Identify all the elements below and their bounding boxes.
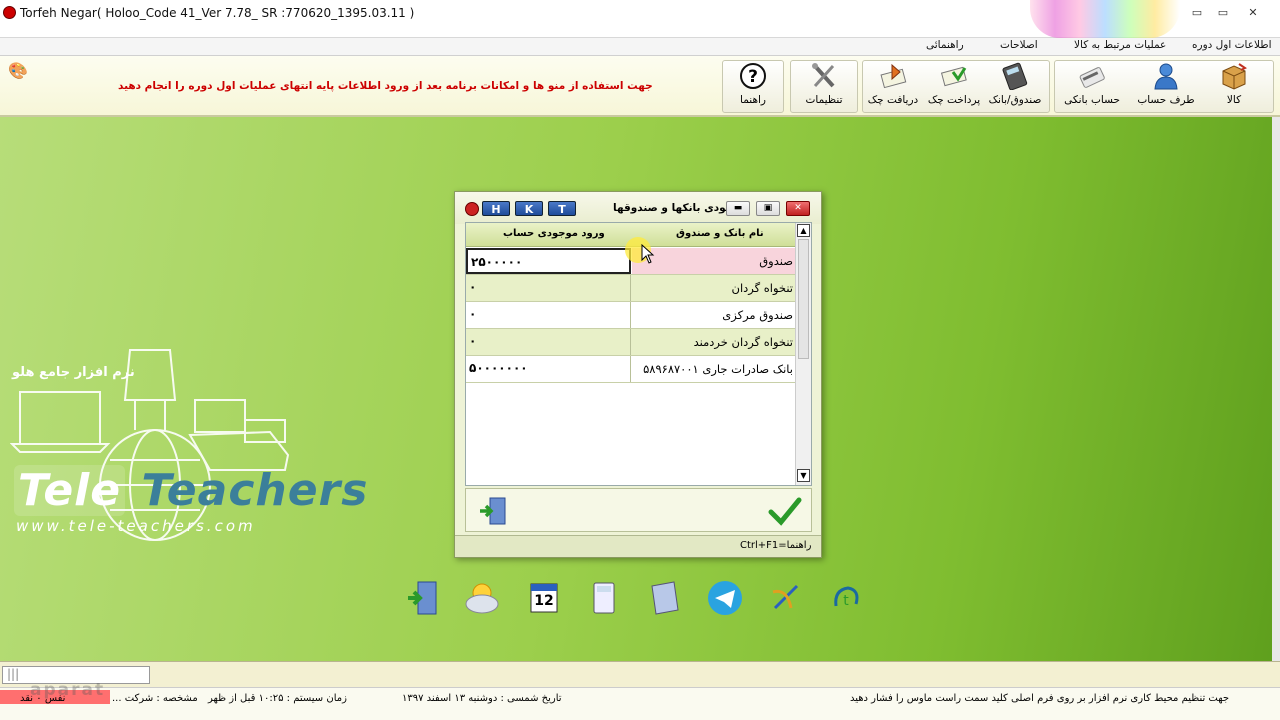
teleteachers-url: www.tele-teachers.com: [16, 517, 256, 535]
table-row[interactable]: ۰ تنخواه گردان خردمند: [466, 329, 796, 356]
mouse-cursor-icon: [641, 244, 655, 264]
column-header-name[interactable]: نام بانک و صندوق: [676, 228, 764, 239]
toolbar-goods-label: کالا: [1226, 94, 1242, 106]
exit-icon[interactable]: [478, 495, 510, 527]
help-hint: راهنما=Ctrl+F1: [740, 540, 812, 551]
status-company: مشخصه : شرکت ...: [112, 693, 198, 704]
dialog-app-icon[interactable]: [465, 202, 479, 216]
grid-scrollbar[interactable]: ▲ ▼: [795, 223, 811, 485]
toolbar-settings-label: تنظیمات: [805, 94, 843, 106]
logo-icon[interactable]: t: [826, 578, 866, 618]
aparat-watermark: aparat: [30, 680, 106, 700]
t-button[interactable]: T: [548, 201, 576, 216]
menu-opening-info[interactable]: اطلاعات اول دوره: [1192, 39, 1272, 51]
toolbar-help-button[interactable]: ? راهنما: [726, 60, 780, 110]
column-header-amount[interactable]: ورود موجودی حساب: [503, 228, 605, 239]
dialog-action-panel: [465, 488, 812, 532]
name-cell[interactable]: تنخواه گردان خردمند: [632, 329, 796, 355]
toolbar-party-label: طرف حساب: [1137, 94, 1195, 106]
menu-corrections[interactable]: اصلاحات: [1000, 39, 1038, 51]
maximize-button[interactable]: ▭: [1212, 7, 1234, 19]
name-cell[interactable]: تنخواه گردان: [632, 275, 796, 301]
satellite-icon[interactable]: [767, 578, 807, 618]
toolbar-cashbox-button[interactable]: صندوق/بانک: [986, 60, 1044, 110]
teleteachers-logo: Tele Teachers: [14, 465, 368, 516]
dialog-minimize-button[interactable]: ▬: [726, 201, 750, 216]
bank-balance-dialog: H K T موجودی بانکها و صندوقها ▬ ▣ ✕ نام …: [454, 191, 822, 558]
dialog-maximize-button[interactable]: ▣: [756, 201, 780, 216]
svg-text:t: t: [843, 593, 849, 609]
toolbar-goods-button[interactable]: کالا: [1212, 60, 1256, 110]
toolbar: 🎨 جهت استفاده از منو ها و امکانات برنامه…: [0, 56, 1280, 117]
titlebar-decoration: [1030, 0, 1180, 38]
setup-notice: جهت استفاده از منو ها و امکانات برنامه ب…: [118, 80, 653, 92]
dialog-statusbar: راهنما=Ctrl+F1: [455, 535, 821, 557]
help-icon: ?: [738, 62, 768, 90]
person-icon: [1151, 62, 1181, 90]
table-row[interactable]: ۰ صندوق مرکزی: [466, 302, 796, 329]
amount-cell[interactable]: ۲۵۰۰۰۰۰: [466, 248, 631, 274]
tele-word: Tele: [14, 465, 126, 516]
toolbar-pay-check-label: پرداخت چک: [927, 94, 981, 106]
telegram-icon[interactable]: [705, 578, 745, 618]
pay-check-icon: [939, 62, 969, 90]
toolbar-help-label: راهنما: [740, 94, 766, 106]
table-row[interactable]: ۵۰۰۰۰۰۰۰ بانک صادرات جاری ۵۸۹۶۸۷۰۰۱: [466, 356, 796, 383]
statusbar: جهت تنظیم محیط کاری نرم افزار بر روی فرم…: [0, 687, 1280, 720]
name-cell[interactable]: صندوق: [632, 248, 796, 274]
toolbar-party-button[interactable]: طرف حساب: [1136, 60, 1196, 110]
table-row[interactable]: ۰ تنخواه گردان: [466, 275, 796, 302]
box-icon: [1219, 62, 1249, 90]
toolbar-pay-check-button[interactable]: پرداخت چک: [926, 60, 982, 110]
toolbar-bank-account-label: حساب بانکی: [1064, 94, 1120, 106]
toolbar-receive-check-button[interactable]: دریافت چک: [864, 60, 922, 110]
exit-door-icon[interactable]: [404, 578, 444, 618]
scroll-thumb[interactable]: [798, 239, 809, 359]
svg-text:?: ?: [748, 67, 758, 87]
desktop-scrollbar[interactable]: [1272, 117, 1280, 661]
toolbar-receive-check-label: دریافت چک: [867, 94, 919, 106]
bank-card-icon: [1077, 62, 1107, 90]
toolbar-bank-account-button[interactable]: حساب بانکی: [1060, 60, 1124, 110]
name-cell[interactable]: صندوق مرکزی: [632, 302, 796, 328]
weather-icon[interactable]: [462, 578, 502, 618]
receive-check-icon: [878, 62, 908, 90]
amount-cell[interactable]: ۰: [466, 275, 631, 301]
status-hint: جهت تنظیم محیط کاری نرم افزار بر روی فرم…: [850, 693, 1230, 704]
close-button[interactable]: ✕: [1242, 7, 1264, 19]
menubar: اطلاعات اول دوره عملیات مرتبط به کالا اص…: [0, 38, 1280, 56]
toolbar-settings-button[interactable]: تنظیمات: [796, 60, 852, 110]
window-titlebar: Torfeh Negar( Holoo_Code 41_Ver 7.78_ SR…: [0, 0, 1280, 38]
palette-icon[interactable]: 🎨: [8, 61, 28, 80]
name-cell[interactable]: بانک صادرات جاری ۵۸۹۶۸۷۰۰۱: [632, 356, 796, 382]
confirm-checkmark-icon[interactable]: [768, 495, 802, 527]
status-date: تاریخ شمسی : دوشنبه ۱۳ اسفند ۱۳۹۷: [402, 693, 562, 704]
scroll-up-button[interactable]: ▲: [797, 224, 810, 237]
h-button[interactable]: H: [482, 201, 510, 216]
dialog-titlebar: H K T موجودی بانکها و صندوقها ▬ ▣ ✕: [455, 192, 821, 224]
scroll-down-button[interactable]: ▼: [797, 469, 810, 482]
bottom-toolbar: |||: [0, 661, 1280, 687]
teachers-word: Teachers: [141, 465, 369, 516]
minimize-button[interactable]: ▭: [1186, 7, 1208, 19]
amount-cell[interactable]: ۰: [466, 302, 631, 328]
calendar-icon[interactable]: 12: [524, 578, 564, 618]
toolbar-cashbox-label: صندوق/بانک: [988, 94, 1042, 106]
status-time: زمان سیستم : ۱۰:۲۵ قبل از ظهر: [208, 693, 347, 704]
app-icon[interactable]: [3, 6, 16, 19]
window-title: Torfeh Negar( Holoo_Code 41_Ver 7.78_ SR…: [20, 6, 415, 20]
menu-help[interactable]: راهنمائی: [926, 39, 964, 51]
menu-goods-operations[interactable]: عملیات مرتبط به کالا: [1074, 39, 1166, 51]
amount-cell[interactable]: ۵۰۰۰۰۰۰۰: [466, 356, 631, 382]
notes-icon[interactable]: [644, 578, 684, 618]
amount-cell[interactable]: ۰: [466, 329, 631, 355]
dialog-close-button[interactable]: ✕: [786, 201, 810, 216]
k-button[interactable]: K: [515, 201, 543, 216]
calendar-day: 12: [534, 593, 554, 609]
calculator-dock-icon[interactable]: [584, 578, 624, 618]
tools-icon: [809, 62, 839, 90]
calculator-icon: [1000, 62, 1030, 91]
